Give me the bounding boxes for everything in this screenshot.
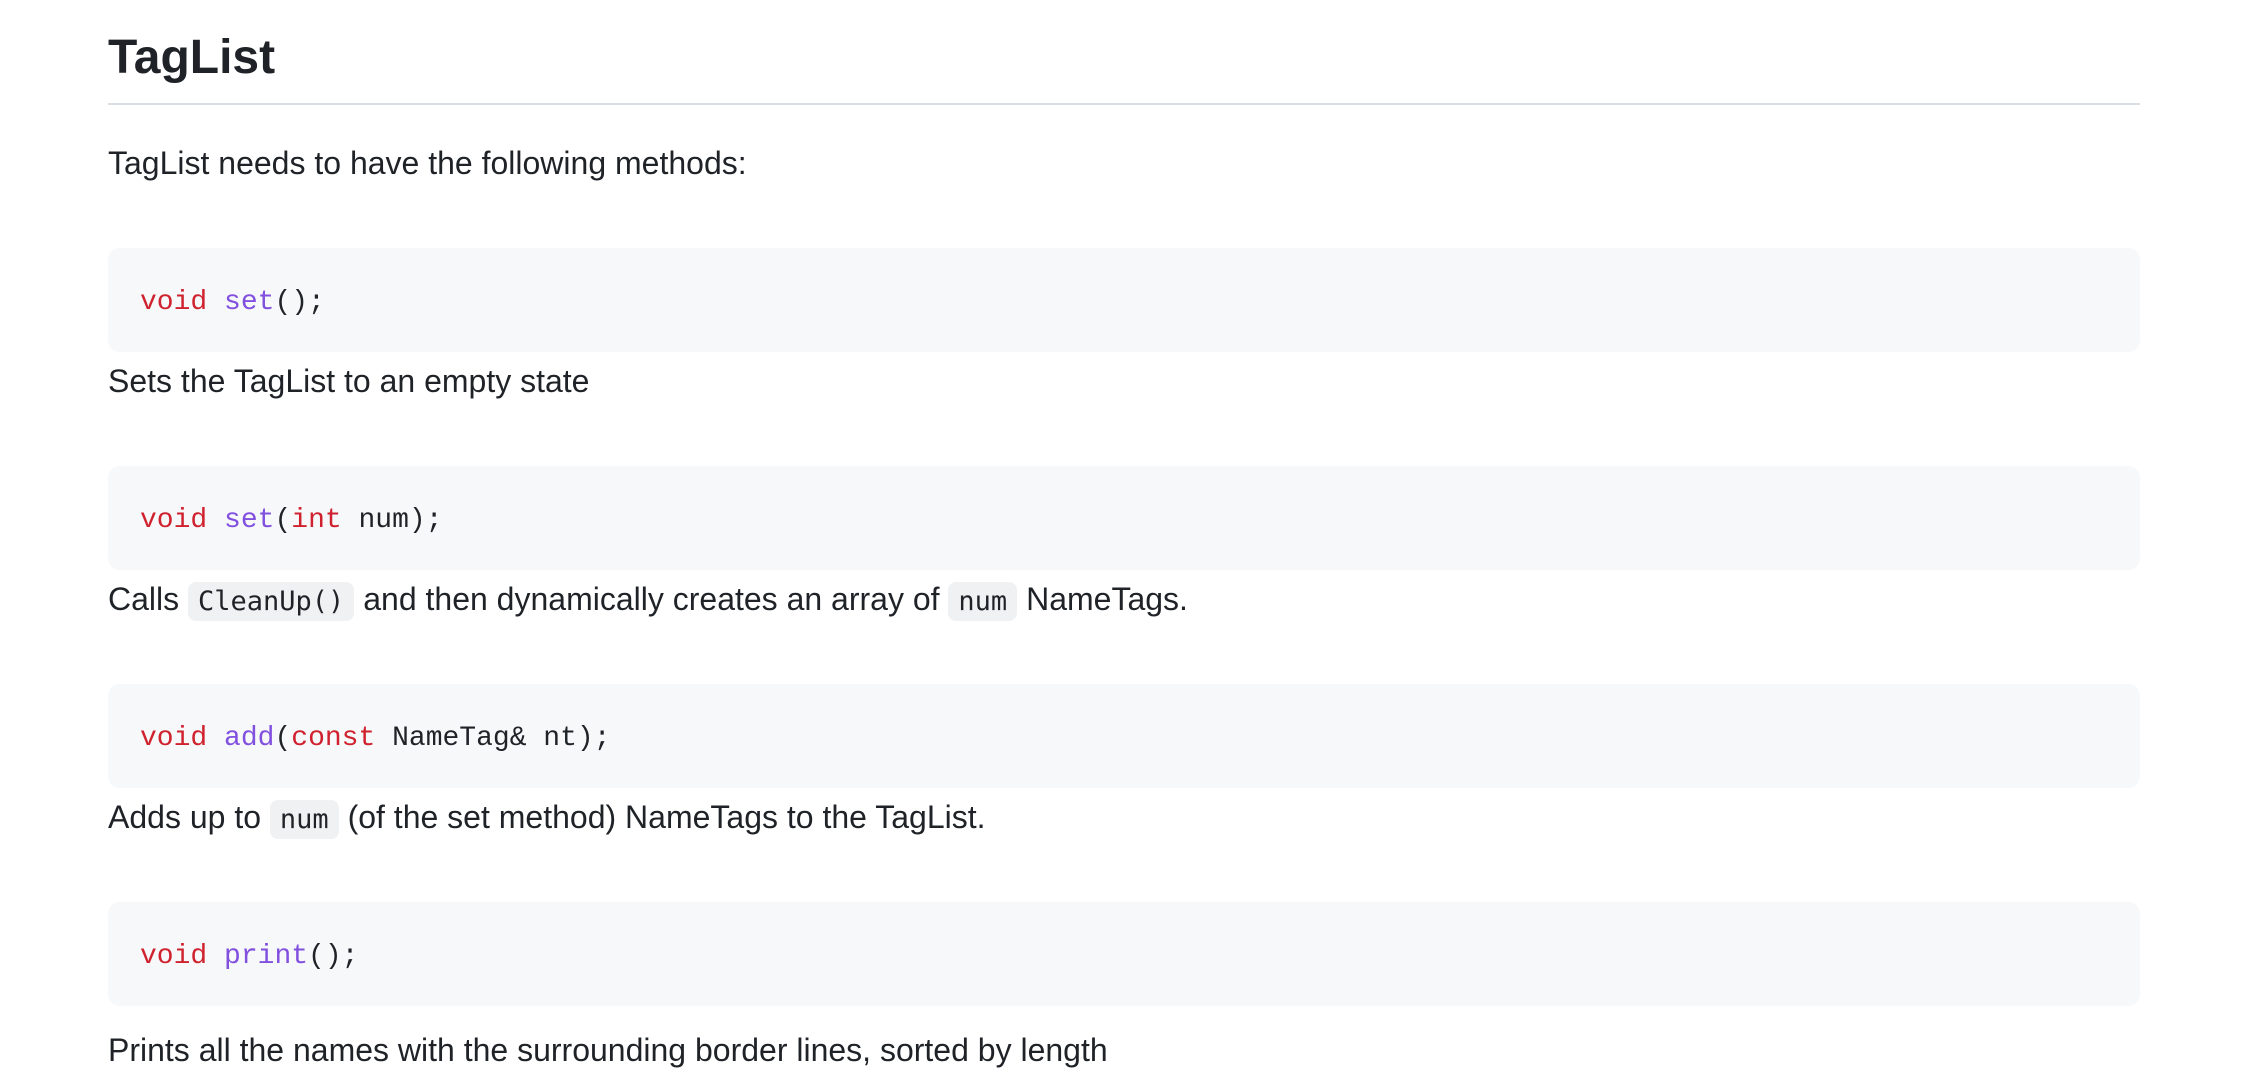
description-add: Adds up to num (of the set method) NameT… — [108, 795, 986, 842]
code-token: (); — [274, 287, 325, 318]
code-line: void print(); — [140, 941, 358, 972]
code-line: void set(); — [140, 287, 325, 318]
code-line: void add(const NameTag& nt); — [140, 723, 611, 754]
description-text: (of the set method) NameTags to the TagL… — [338, 799, 986, 835]
function-name-token: add — [224, 723, 275, 754]
description-text: and then dynamically creates an array of — [354, 581, 949, 617]
code-token: NameTag& nt); — [375, 723, 611, 754]
heading-divider — [108, 103, 2140, 105]
intro-paragraph: TagList needs to have the following meth… — [108, 145, 747, 181]
code-block-set[interactable]: void set(); — [108, 248, 2140, 352]
description-set-num: Calls CleanUp() and then dynamically cre… — [108, 577, 1188, 624]
description-text: Prints all the names with the surroundin… — [108, 1032, 1108, 1068]
keyword-token: void — [140, 723, 208, 754]
description-text: Sets the TagList to an empty state — [108, 363, 590, 399]
description-print: Prints all the names with the surroundin… — [108, 1028, 1108, 1072]
inline-code: num — [269, 800, 339, 839]
code-block-set-num[interactable]: void set(int num); — [108, 466, 2140, 570]
inline-code: num — [948, 582, 1018, 621]
function-name-token: print — [224, 941, 309, 972]
keyword-token: void — [140, 287, 208, 318]
description-set: Sets the TagList to an empty state — [108, 359, 589, 403]
section-heading: TagList — [108, 31, 276, 84]
keyword-token: void — [140, 505, 208, 536]
function-name-token: set — [224, 505, 275, 536]
inline-code: CleanUp() — [188, 582, 355, 621]
function-name-token: set — [224, 287, 275, 318]
description-text: NameTags. — [1017, 581, 1188, 617]
description-text: Calls — [108, 581, 189, 617]
code-token: (); — [308, 941, 359, 972]
code-token: ( — [274, 505, 292, 536]
keyword-token: int — [291, 505, 342, 536]
keyword-token: const — [291, 723, 376, 754]
keyword-token: void — [140, 941, 208, 972]
code-block-add[interactable]: void add(const NameTag& nt); — [108, 684, 2140, 788]
description-text: Adds up to — [108, 799, 270, 835]
code-line: void set(int num); — [140, 505, 443, 536]
code-token: num); — [341, 505, 443, 536]
code-block-print[interactable]: void print(); — [108, 902, 2140, 1006]
code-token: ( — [274, 723, 292, 754]
